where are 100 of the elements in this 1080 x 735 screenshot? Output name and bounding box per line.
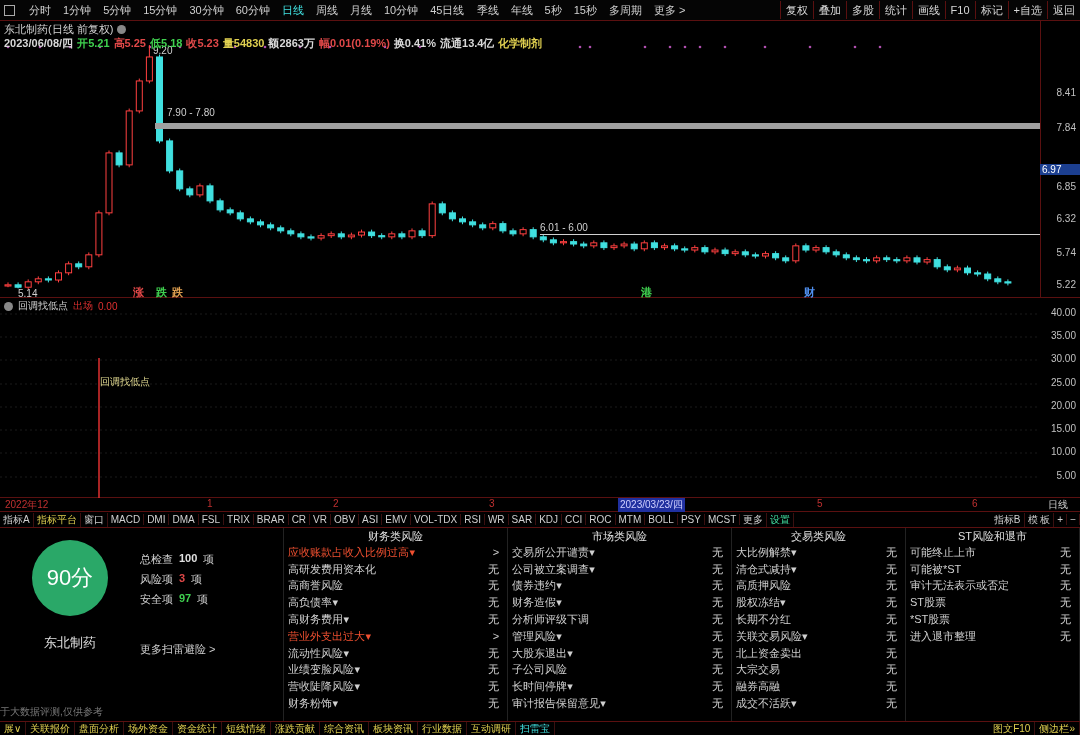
indicator-button[interactable]: 模 板	[1024, 512, 1055, 527]
risk-item[interactable]: 审计报告保留意见▾	[512, 696, 606, 712]
risk-item[interactable]: 交易所公开谴责▾	[512, 544, 595, 560]
risk-item[interactable]: 北上资金卖出	[735, 645, 802, 661]
period-tab[interactable]: 15秒	[567, 1, 603, 19]
period-tab[interactable]: 周线	[310, 1, 344, 19]
bottom-button[interactable]: 图文F10	[989, 721, 1036, 735]
risk-item[interactable]: 高研发费用资本化	[288, 561, 377, 577]
risk-item[interactable]: 债券违约▾	[512, 578, 562, 594]
risk-item[interactable]: 高财务费用▾	[288, 612, 349, 628]
risk-item[interactable]: 大宗交易	[735, 662, 780, 678]
toolbar-button[interactable]: 统计	[878, 1, 912, 19]
period-tab[interactable]: 5秒	[538, 1, 568, 19]
period-tab[interactable]: 年线	[504, 1, 539, 19]
bottom-tab[interactable]: 盘面分析	[75, 721, 125, 735]
indicator-tab[interactable]: KDJ	[536, 514, 563, 525]
indicator-tab[interactable]: 指标A	[0, 512, 34, 527]
indicator-tab[interactable]: VR	[310, 514, 331, 525]
risk-item[interactable]: ST股票	[909, 595, 946, 611]
risk-item[interactable]: 营业外支出过大▾	[288, 628, 371, 644]
period-tab[interactable]: 45日线	[424, 1, 471, 19]
period-tab[interactable]: 月线	[344, 1, 378, 19]
bottom-tab[interactable]: 场外资金	[124, 721, 174, 735]
risk-item[interactable]: 审计无法表示或否定	[909, 578, 1009, 594]
risk-item[interactable]: 流动性风险▾	[288, 645, 349, 661]
risk-item[interactable]: 高商誉风险	[288, 578, 344, 594]
toolbar-button[interactable]: +自选	[1007, 1, 1047, 19]
indicator-tab[interactable]: 更多	[740, 512, 768, 527]
risk-item[interactable]: 应收账款占收入比例过高▾	[288, 544, 415, 560]
bottom-tab[interactable]: 板块资讯	[369, 721, 419, 735]
risk-item[interactable]: 公司被立案调查▾	[512, 561, 595, 577]
toolbar-button[interactable]: 叠加	[812, 1, 846, 19]
toolbar-button[interactable]: 画线	[911, 1, 945, 19]
indicator-tab[interactable]: FSL	[198, 514, 225, 525]
period-tab[interactable]: 多周期	[602, 1, 648, 19]
toolbar-button[interactable]: F10	[944, 1, 975, 19]
dropdown-icon[interactable]	[117, 24, 127, 34]
risk-item[interactable]: 业绩变脸风险▾	[288, 662, 360, 678]
risk-item[interactable]: 长时间停牌▾	[512, 679, 573, 695]
period-tab[interactable]: 更多 >	[647, 1, 692, 19]
risk-item[interactable]: 高负债率▾	[288, 595, 338, 611]
indicator-tab[interactable]: CCI	[562, 514, 587, 525]
bottom-tab[interactable]: 综合资讯	[320, 721, 370, 735]
risk-item[interactable]: 大比例解禁▾	[735, 544, 797, 560]
indicator-tab[interactable]: OBV	[331, 514, 360, 525]
risk-item[interactable]: 高质押风险	[735, 578, 791, 594]
indicator-tab[interactable]: 窗口	[80, 512, 108, 527]
indicator-tab[interactable]: CR	[288, 514, 311, 525]
risk-item[interactable]: 融券高融	[735, 679, 780, 695]
indicator-tab[interactable]: MTM	[615, 514, 646, 525]
indicator-tab[interactable]: WR	[484, 514, 509, 525]
period-tab[interactable]: 1分钟	[57, 1, 98, 19]
indicator-tab[interactable]: DMI	[144, 514, 170, 525]
indicator-tab[interactable]: ROC	[586, 514, 616, 525]
risk-item[interactable]: 成交不活跃▾	[735, 696, 797, 712]
bottom-button[interactable]: 侧边栏»	[1035, 721, 1080, 735]
risk-item[interactable]: 清仓式减持▾	[735, 561, 797, 577]
risk-item[interactable]: 大股东退出▾	[512, 645, 573, 661]
period-tab[interactable]: 日线	[276, 1, 310, 19]
toolbar-button[interactable]: 标记	[974, 1, 1008, 19]
period-tab[interactable]: 15分钟	[137, 1, 184, 19]
indicator-button[interactable]: +	[1054, 514, 1068, 525]
bottom-tab[interactable]: 展∨	[0, 721, 27, 735]
risk-item[interactable]: 子公司风险	[512, 662, 568, 678]
indicator-tab[interactable]: EMV	[382, 514, 411, 525]
indicator-tab[interactable]: 指标平台	[33, 512, 81, 527]
period-tab[interactable]: 季线	[470, 1, 505, 19]
risk-item[interactable]: 可能被*ST	[909, 561, 962, 577]
period-tab[interactable]: 5分钟	[97, 1, 138, 19]
indicator-tab[interactable]: BOLL	[645, 514, 678, 525]
indicator-tab[interactable]: ASI	[359, 514, 383, 525]
indicator-tab[interactable]: MACD	[107, 514, 145, 525]
risk-item[interactable]: 关联交易风险▾	[735, 628, 808, 644]
indicator-tab[interactable]: BRAR	[253, 514, 289, 525]
panel-icon[interactable]	[4, 4, 15, 16]
indicator-tab[interactable]: RSI	[461, 514, 485, 525]
indicator-tab[interactable]: 设置	[767, 512, 795, 527]
risk-item[interactable]: 可能终止上市	[909, 544, 976, 560]
risk-item[interactable]: 分析师评级下调	[512, 612, 590, 628]
toolbar-button[interactable]: 多股	[845, 1, 879, 19]
bottom-tab[interactable]: 资金统计	[173, 721, 223, 735]
indicator-tab[interactable]: VOL-TDX	[410, 514, 462, 525]
indicator-tab[interactable]: TRIX	[224, 514, 254, 525]
indicator-tab[interactable]: MCST	[704, 514, 741, 525]
more-link[interactable]: 更多扫雷避险 >	[140, 642, 216, 657]
indicator-tab[interactable]: SAR	[508, 514, 537, 525]
toolbar-button[interactable]: 复权	[779, 1, 813, 19]
risk-item[interactable]: *ST股票	[909, 612, 951, 628]
bottom-tab[interactable]: 行业数据	[418, 721, 468, 735]
period-tab[interactable]: 30分钟	[183, 1, 230, 19]
risk-item[interactable]: 管理风险▾	[512, 628, 562, 644]
collapse-icon[interactable]	[4, 301, 13, 311]
indicator-button[interactable]: −	[1067, 514, 1080, 525]
bottom-tab[interactable]: 互动调研	[467, 721, 517, 735]
risk-item[interactable]: 财务粉饰▾	[288, 696, 338, 712]
indicator-tab[interactable]: PSY	[677, 514, 705, 525]
bottom-tab[interactable]: 短线情绪	[222, 721, 272, 735]
bottom-tab[interactable]: 涨跌贡献	[271, 721, 321, 735]
period-tab[interactable]: 60分钟	[229, 1, 276, 19]
toolbar-button[interactable]: 返回	[1047, 1, 1080, 19]
